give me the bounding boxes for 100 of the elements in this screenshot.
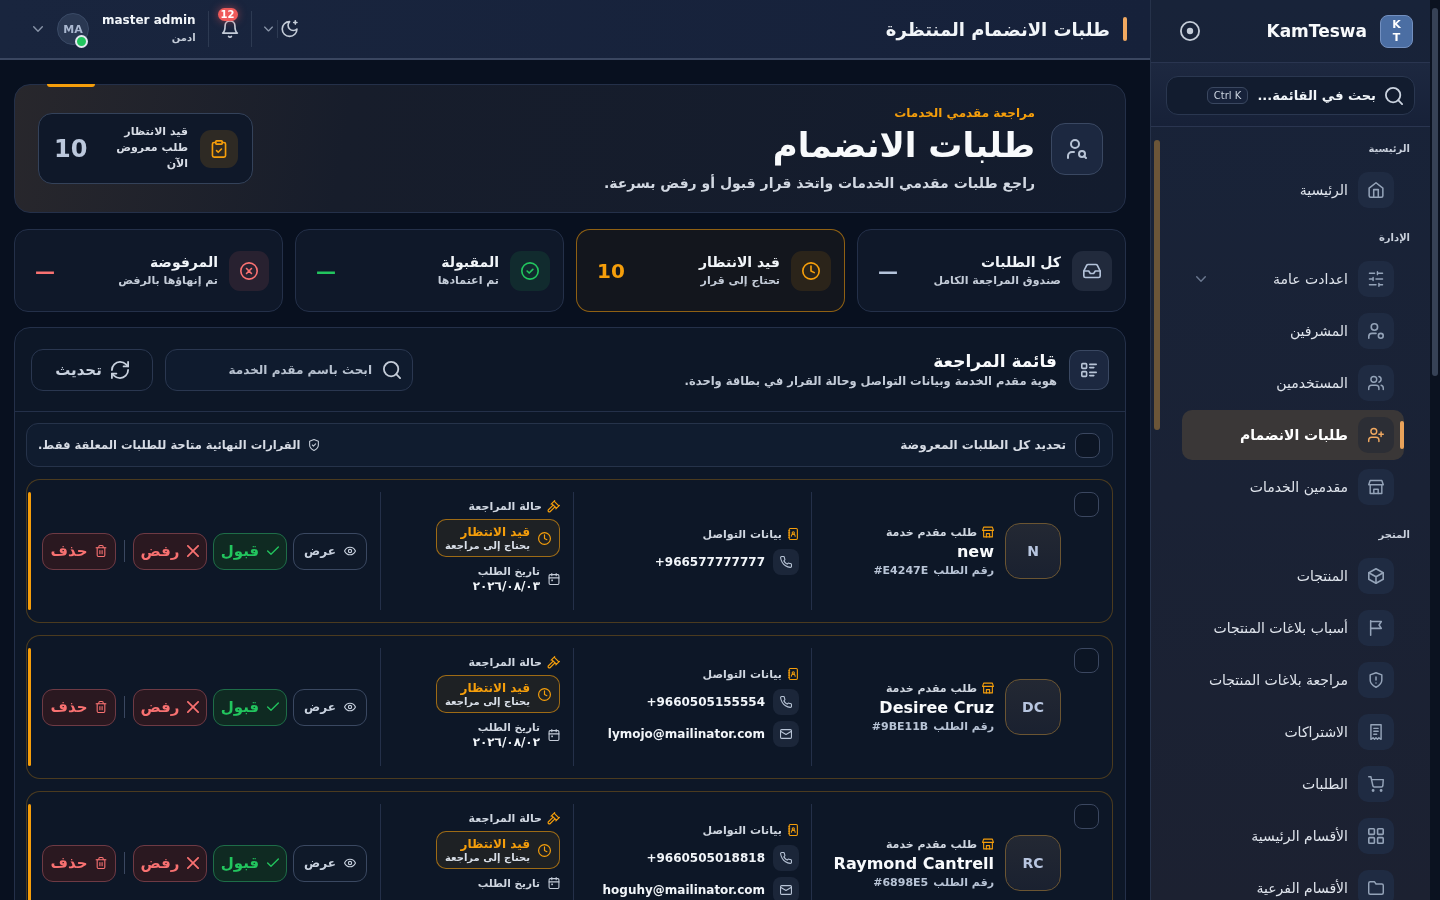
stat-title: المقبولة (440, 254, 499, 270)
target-icon[interactable] (1180, 21, 1200, 41)
stat-value: — (316, 258, 336, 283)
view-button[interactable]: عرض (293, 688, 367, 726)
nav-item[interactable]: الأقسام الفرعية (1182, 863, 1404, 900)
nav-label: أسباب بلاغات المنتجات (1213, 620, 1348, 636)
stat-value: — (35, 258, 55, 283)
row-checkbox[interactable] (1074, 492, 1099, 517)
nav-label: مراجعة بلاغات المنتجات (1208, 672, 1348, 688)
select-all-label: تحديد كل الطلبات المعروضة (900, 438, 1066, 452)
status-label: حالة المراجعة (468, 812, 542, 825)
mail-icon (773, 876, 799, 900)
status-label: حالة المراجعة (468, 500, 542, 513)
delete-button[interactable]: حذف (42, 844, 116, 882)
eye-icon (343, 701, 356, 713)
status-note: يحتاج إلى مراجعة (444, 540, 530, 551)
list-title: قائمة المراجعة (932, 351, 1057, 371)
eye-icon (343, 857, 356, 869)
nav-item[interactable]: الطلبات (1182, 759, 1404, 809)
view-button[interactable]: عرض (293, 532, 367, 570)
request-number-label: رقم الطلب (933, 563, 994, 577)
cross-icon (187, 545, 200, 557)
nav-item[interactable]: أسباب بلاغات المنتجات (1182, 603, 1404, 653)
accept-button[interactable]: قبول (213, 688, 287, 726)
nav-item[interactable]: اعدادت عامة (1182, 254, 1404, 304)
moon-icon[interactable] (280, 20, 299, 38)
stat-title: كل الطلبات (980, 254, 1061, 270)
status-label: حالة المراجعة (468, 656, 542, 669)
active-indicator (1400, 421, 1404, 449)
chevron-down-icon[interactable] (33, 26, 43, 32)
row-checkbox[interactable] (1074, 648, 1099, 673)
user-gear-icon (1358, 313, 1394, 349)
sliders-icon (1358, 261, 1394, 297)
gavel-icon (547, 812, 560, 825)
status-note: يحتاج إلى مراجعة (444, 696, 530, 707)
cross-icon (187, 701, 200, 713)
refresh-icon (110, 360, 129, 379)
stat-card[interactable]: المقبولة تم اعتمادها — (295, 229, 564, 312)
accept-button[interactable]: قبول (213, 844, 287, 882)
refresh-button[interactable]: تحديث (31, 348, 153, 391)
stat-card[interactable]: المرفوضة تم إنهاؤها بالرفض — (14, 229, 283, 312)
select-all-checkbox[interactable] (1075, 432, 1100, 458)
user-avatar[interactable]: MA (57, 13, 89, 45)
reject-button[interactable]: رفض (133, 844, 207, 882)
request-number: #6898E5 (873, 875, 929, 889)
cart-icon (1358, 766, 1394, 802)
store-icon (1358, 469, 1394, 505)
chevron-down-icon[interactable] (263, 26, 273, 32)
request-type: طلب مقدم خدمة (885, 837, 977, 851)
search-icon (1385, 86, 1403, 105)
check-icon (267, 545, 280, 557)
nav-item[interactable]: المستخدمين (1182, 358, 1404, 408)
accept-button[interactable]: قبول (213, 532, 287, 570)
user-name: master admin (102, 13, 196, 27)
email-address: hoguhy@mailinator.com (602, 882, 765, 897)
delete-button[interactable]: حذف (42, 532, 116, 570)
page-description: راجع طلبات مقدمي الخدمات واتخذ قرار قبول أو رفض بسرعة. (603, 173, 1035, 193)
bell-icon[interactable] (220, 20, 239, 38)
delete-button[interactable]: حذف (42, 688, 116, 726)
phone-number: +966577777777 (654, 554, 765, 569)
chevron-down-icon[interactable] (1196, 276, 1206, 282)
scrollbar-thumb[interactable] (1432, 8, 1438, 376)
shortcut-hint: Ctrl K (1206, 87, 1249, 104)
users-icon (1358, 365, 1394, 401)
page-heading: طلبات الانضمام المنتظرة (885, 18, 1110, 40)
nav-item[interactable]: طلبات الانضمام (1182, 410, 1404, 460)
section-label: المتجر (1377, 528, 1410, 543)
inbox-icon (1072, 250, 1112, 291)
nav-label: الأقسام الرئيسية (1251, 828, 1348, 844)
summary-label: قيد الانتظار (122, 125, 188, 138)
stat-value: 10 (597, 258, 625, 283)
user-role: ادمن (171, 32, 196, 43)
date-label: تاريخ الطلب (476, 721, 540, 733)
nav-item[interactable]: مراجعة بلاغات المنتجات (1182, 655, 1404, 705)
phone-icon (773, 688, 799, 715)
contact-book-icon (787, 824, 799, 836)
store-icon (982, 838, 994, 850)
avatar: N (1005, 523, 1061, 579)
stat-card[interactable]: كل الطلبات صندوق المراجعة الكامل — (857, 229, 1126, 312)
nav-item[interactable]: الاشتراكات (1182, 707, 1404, 757)
reject-button[interactable]: رفض (133, 532, 207, 570)
search-field[interactable]: ابحث باسم مقدم الخدمة (165, 348, 413, 391)
brand-logo: K T (1380, 14, 1413, 48)
eye-icon (343, 545, 356, 557)
request-type: طلب مقدم خدمة (885, 681, 977, 695)
request-number-label: رقم الطلب (933, 719, 994, 733)
row-checkbox[interactable] (1074, 804, 1099, 829)
nav-item[interactable]: الرئيسية (1182, 165, 1404, 215)
reject-button[interactable]: رفض (133, 688, 207, 726)
nav-item[interactable]: المنتجات (1182, 551, 1404, 601)
calendar-icon (548, 573, 560, 585)
view-button[interactable]: عرض (293, 844, 367, 882)
provider-name: Desiree Cruz (879, 697, 994, 717)
phone-icon (773, 548, 799, 575)
nav-item[interactable]: المشرفين (1182, 306, 1404, 356)
scrollbar-thumb[interactable] (1154, 140, 1160, 430)
nav-item[interactable]: مقدمين الخدمات (1182, 462, 1404, 512)
summary-caption: طلب معروض الآن (115, 140, 188, 172)
nav-item[interactable]: الأقسام الرئيسية (1182, 811, 1404, 861)
contact-label: بيانات التواصل (702, 667, 782, 681)
